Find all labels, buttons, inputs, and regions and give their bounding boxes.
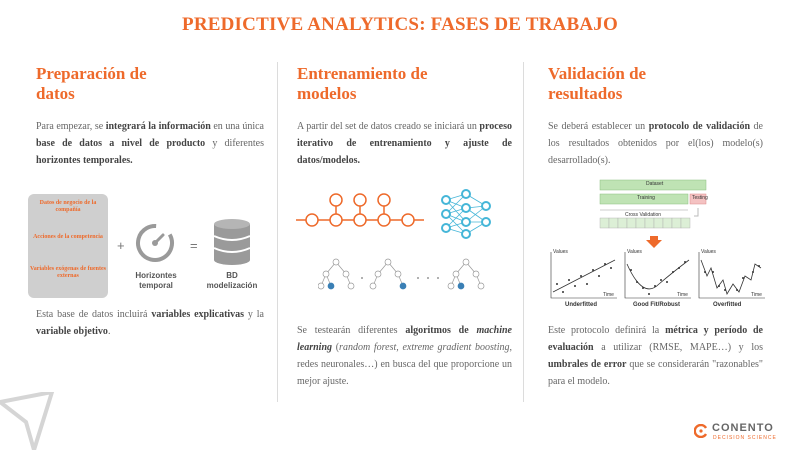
bd-label: BD modelización xyxy=(206,271,258,290)
gauge-icon xyxy=(136,224,174,262)
conento-logo: CONENTO DECISION SCIENCE xyxy=(693,422,776,443)
column-data-preparation: Preparación de datos Para empezar, se int… xyxy=(36,64,264,169)
time-axis-label: Time xyxy=(603,292,614,298)
heading-data-preparation: Preparación de datos xyxy=(36,64,147,103)
data-prep-intro: Para empezar, se integrará la informació… xyxy=(36,121,264,166)
training-algorithms: Se testearán diferentes algoritmos de ma… xyxy=(297,325,512,387)
good-fit-label: Good Fit/Robust xyxy=(633,302,680,308)
training-label: Training xyxy=(637,195,655,201)
testing-label: Testing xyxy=(692,195,708,201)
time-axis-label: Time xyxy=(677,292,688,298)
heading-validation: Validación de resultados xyxy=(548,64,647,103)
values-axis-label: Values xyxy=(553,249,568,255)
iterative-chain-diagram xyxy=(296,193,424,227)
training-intro: A partir del set de datos creado se inic… xyxy=(297,121,512,166)
time-axis-label: Time xyxy=(751,292,762,298)
arrow-down-icon xyxy=(646,236,662,248)
source-external-variables: Variables exógenas de fuentes externas xyxy=(30,266,106,279)
cross-validation-label: Cross Validation xyxy=(625,212,662,218)
decorative-arrow-icon xyxy=(0,392,55,450)
column-divider xyxy=(277,62,278,402)
column-validation: Validación de resultados Se deberá establ… xyxy=(548,64,763,169)
horizon-label: Horizontes temporal xyxy=(135,271,177,290)
source-business-data: Datos de negocio de la compañía xyxy=(39,200,97,213)
underfitted-label: Underfitted xyxy=(565,302,597,308)
column-model-training: Entrenamiento de modelos A partir del set… xyxy=(297,64,512,169)
data-sources-box: Datos de negocio de la compañía Acciones… xyxy=(28,194,108,298)
validation-protocol: Este protocolo definirá la métrica y per… xyxy=(548,325,763,387)
column-divider xyxy=(523,62,524,402)
logo-mark-icon xyxy=(693,423,708,439)
values-axis-label: Values xyxy=(627,249,642,255)
equals-sign: = xyxy=(190,238,198,253)
validation-intro: Se deberá establecer un protocolo de val… xyxy=(548,121,763,166)
dataset-label: Dataset xyxy=(646,181,664,187)
decision-trees-diagram xyxy=(318,258,485,290)
heading-model-training: Entrenamiento de modelos xyxy=(297,64,428,103)
overfitted-label: Overfitted xyxy=(713,302,742,308)
neural-network-icon xyxy=(441,189,491,239)
values-axis-label: Values xyxy=(701,249,716,255)
page-title: PREDICTIVE ANALYTICS: FASES DE TRABAJO xyxy=(182,14,618,35)
data-prep-footer: Esta base de datos incluirá variables ex… xyxy=(36,309,264,337)
database-icon xyxy=(213,219,251,265)
logo-name: CONENTO xyxy=(712,422,774,434)
logo-tagline: DECISION SCIENCE xyxy=(713,435,777,441)
plus-sign: + xyxy=(117,238,125,253)
source-competition: Acciones de la competencia xyxy=(33,234,103,240)
